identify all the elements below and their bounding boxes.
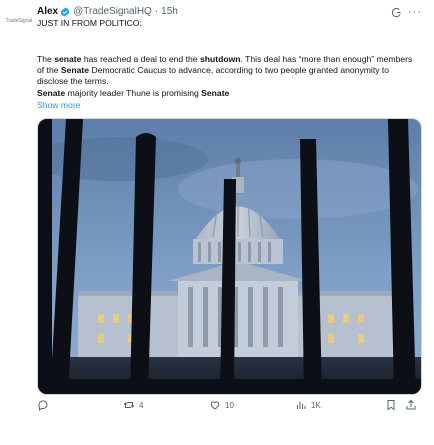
text-segment: The [37,54,55,64]
views-count: 1K [311,400,321,410]
like-icon [209,399,221,411]
highlight-senate: senate [54,54,82,64]
highlight-senate: Senate [201,88,230,98]
retweet-button[interactable]: 4 [123,399,143,411]
bookmark-button[interactable] [385,399,397,411]
more-icon[interactable]: ··· [408,6,422,18]
like-count: 10 [225,400,234,410]
highlight-senate: Senate [37,88,66,98]
timestamp[interactable]: 15h [161,6,178,18]
reply-button[interactable] [37,399,53,411]
tweet-header: Alex @TradeSignalHQ · 15h ··· [37,5,422,19]
verified-badge-icon [60,7,70,17]
bookmark-icon [385,399,397,411]
share-icon [405,399,417,411]
avatar[interactable]: TradeSignal [4,10,34,32]
text-segment: has reached a deal to end the [81,54,200,64]
tweet-actions: 4 10 1K [37,393,420,417]
show-more-link[interactable]: Show more [37,100,80,110]
views-icon [295,399,307,411]
share-button[interactable] [405,399,417,411]
tweet-paragraph-3: Senate majority leader Thune is promisin… [37,88,420,99]
highlight-senate: Senate [60,65,90,75]
highlight-shutdown: shutdown [199,54,241,64]
avatar-text: TradeSignal [5,17,33,24]
text-segment: majority leader Thune is promising [65,88,202,98]
header-actions: ··· [391,6,422,18]
views-button[interactable]: 1K [295,399,321,411]
grok-icon[interactable] [391,7,402,18]
tweet-image[interactable] [37,118,422,395]
retweet-count: 4 [139,400,144,410]
retweet-icon [123,399,135,411]
tweet-line-1: JUST IN FROM POLITICO: [37,18,142,28]
capitol-photo [38,119,421,394]
separator-dot: · [154,6,159,17]
reply-icon [37,399,49,411]
author-handle[interactable]: @TradeSignalHQ [73,6,152,18]
text-segment: Democratic Caucus to advance, according … [37,65,390,86]
like-button[interactable]: 10 [209,399,234,411]
tweet-paragraph-2: The senate has reached a deal to end the… [37,54,420,87]
author-name[interactable]: Alex [37,6,58,18]
